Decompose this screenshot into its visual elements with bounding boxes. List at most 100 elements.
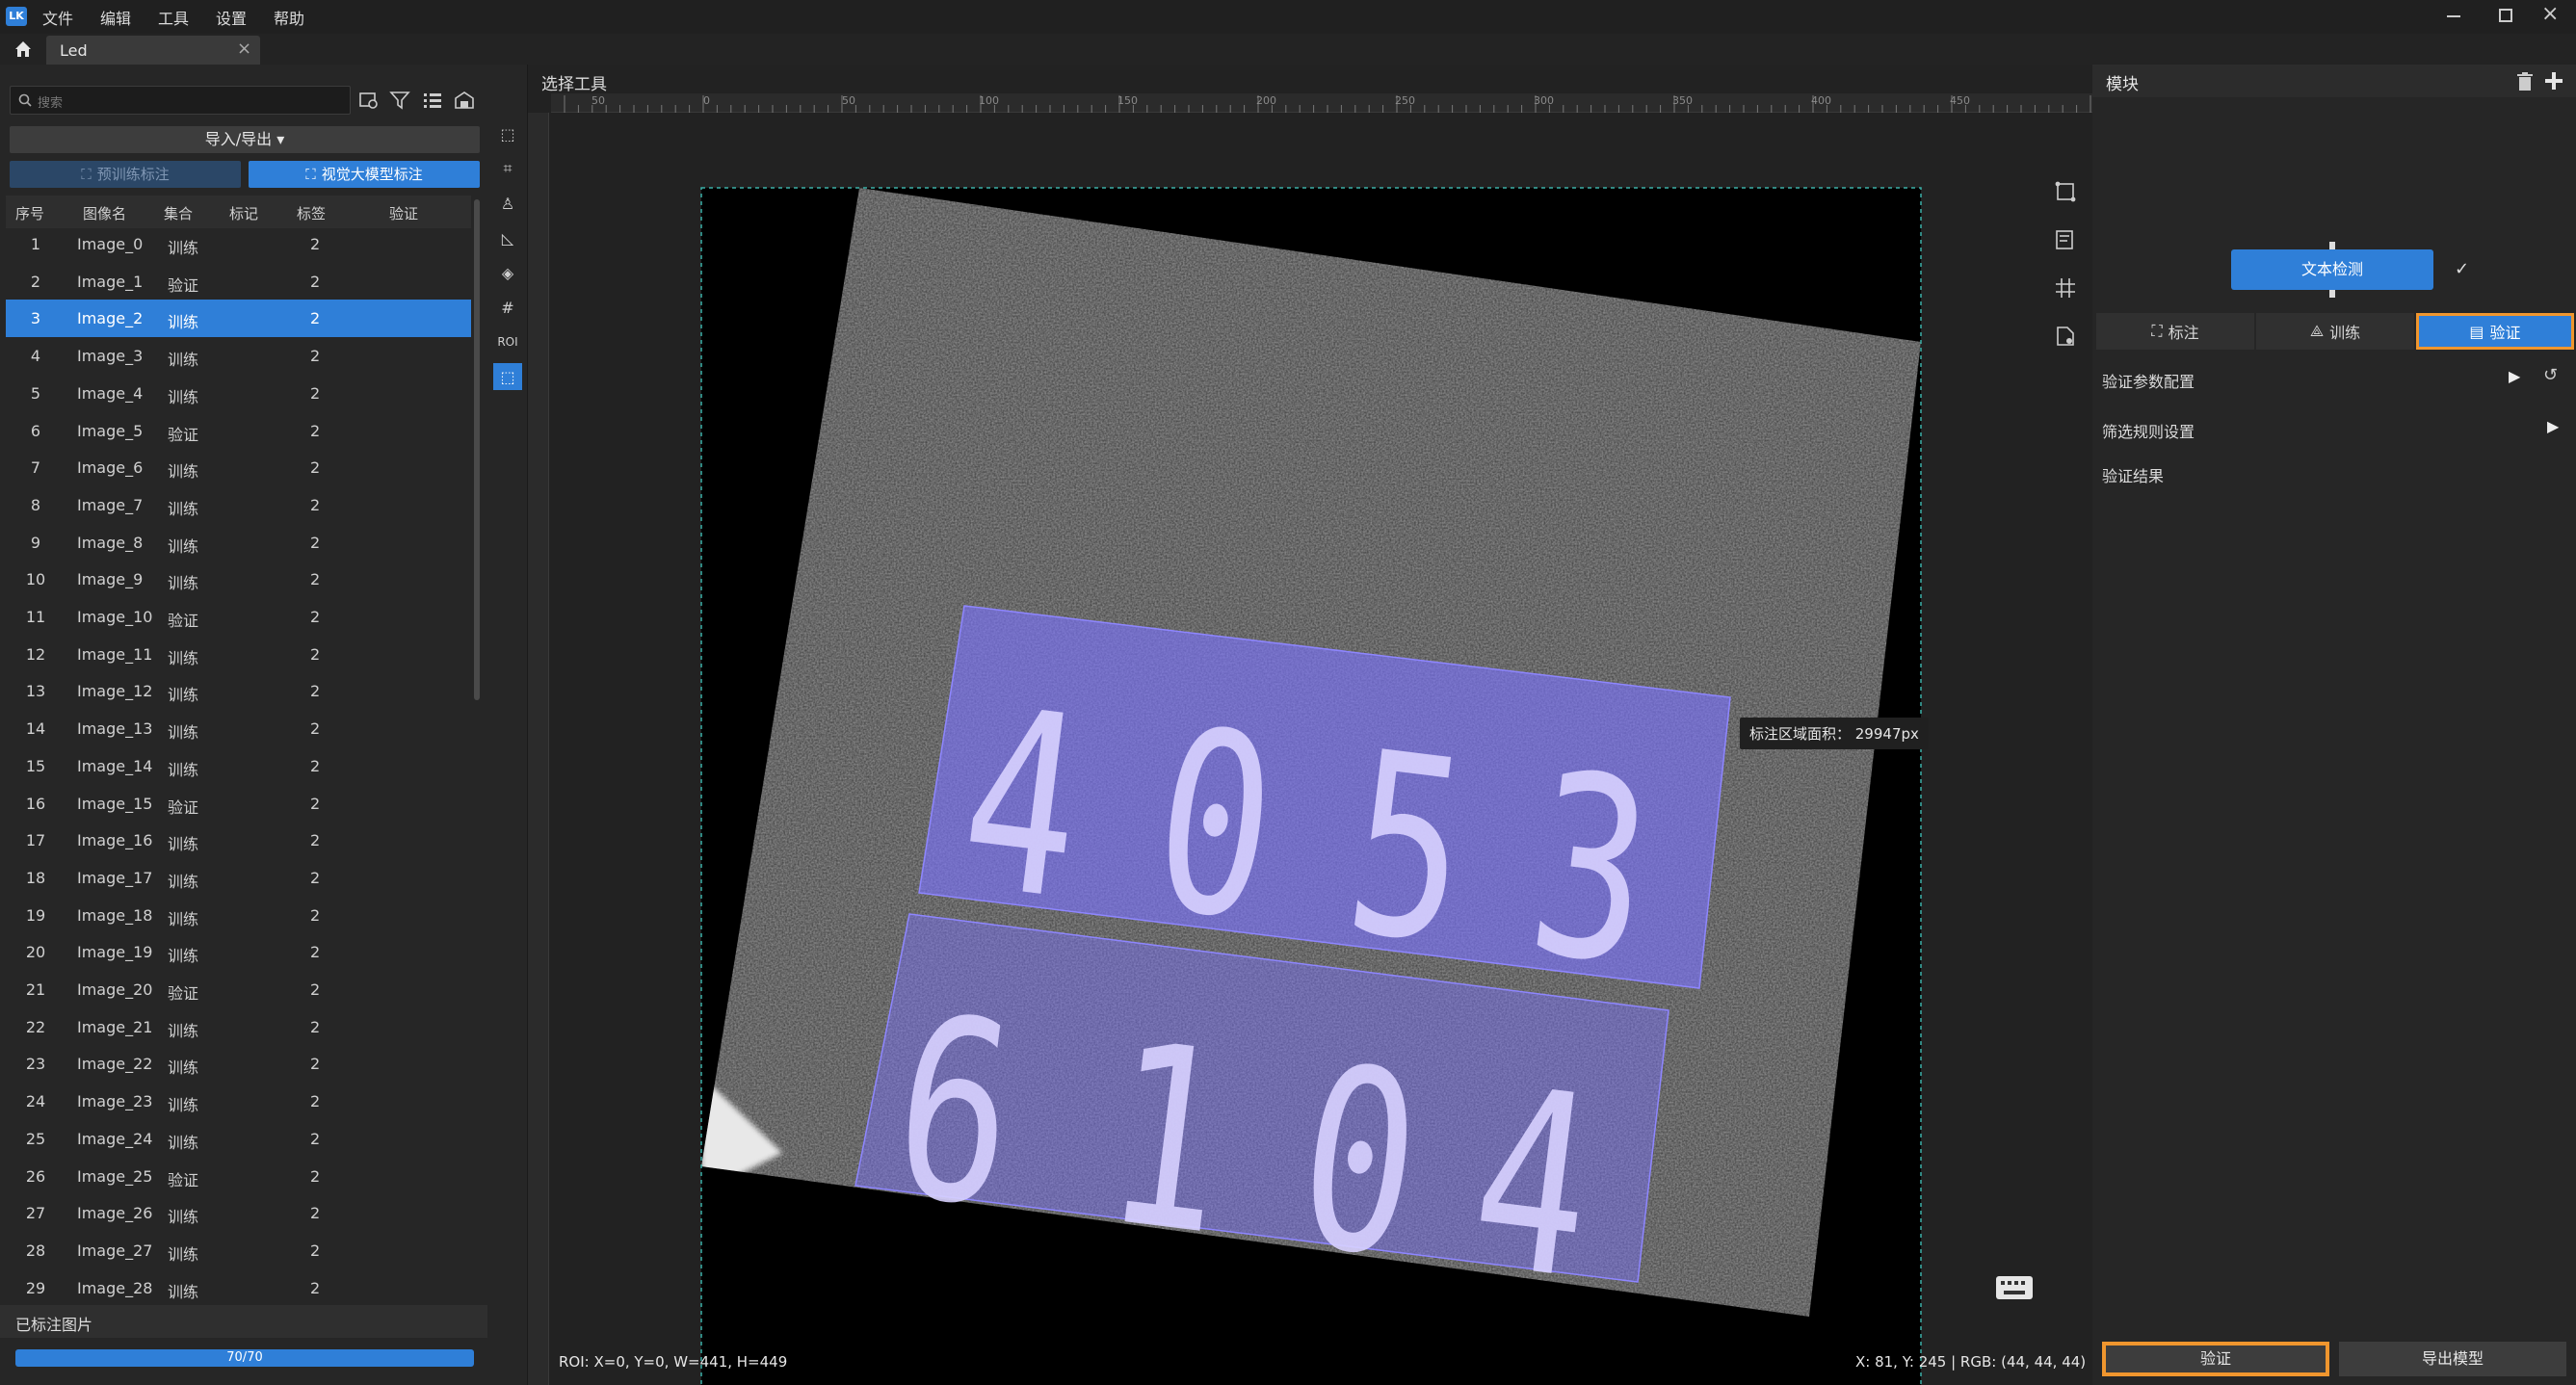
col-name[interactable]: 图像名 bbox=[83, 203, 126, 223]
table-row[interactable]: 27 Image_26 训练 2 bbox=[6, 1194, 471, 1232]
table-row[interactable]: 22 Image_21 训练 2 bbox=[6, 1008, 471, 1046]
table-row[interactable]: 19 Image_18 训练 2 bbox=[6, 897, 471, 934]
annotation-progress-bar: 70/70 bbox=[15, 1349, 474, 1367]
menu-settings[interactable]: 设置 bbox=[216, 6, 247, 29]
add-icon[interactable] bbox=[2543, 70, 2564, 91]
menu-file[interactable]: 文件 bbox=[42, 6, 73, 29]
table-row[interactable]: 24 Image_23 训练 2 bbox=[6, 1083, 471, 1120]
history-icon[interactable]: ↺ bbox=[2543, 365, 2558, 385]
close-window-icon[interactable]: × bbox=[2541, 2, 2559, 26]
table-row[interactable]: 29 Image_28 训练 2 bbox=[6, 1269, 471, 1307]
table-row[interactable]: 11 Image_10 验证 2 bbox=[6, 598, 471, 636]
row-image-name: Image_3 bbox=[77, 347, 144, 366]
canvas-side-tools bbox=[2044, 169, 2087, 361]
polygon-select-icon[interactable]: ⌗ bbox=[493, 155, 522, 182]
table-row[interactable]: 15 Image_14 训练 2 bbox=[6, 747, 471, 785]
image-filter-icon[interactable] bbox=[358, 90, 380, 111]
filter-rules-row[interactable]: 筛选规则设置 ▶ bbox=[2092, 409, 2576, 448]
table-row[interactable]: 2 Image_1 验证 2 bbox=[6, 263, 471, 301]
keyboard-icon[interactable] bbox=[1994, 1274, 2035, 1301]
node-edit-icon[interactable] bbox=[2054, 180, 2077, 203]
menu-edit[interactable]: 编辑 bbox=[100, 6, 131, 29]
eraser-icon[interactable]: ◈ bbox=[493, 259, 522, 286]
pixel-status: X: 81, Y: 245 | RGB: (44, 44, 44) bbox=[1855, 1353, 2087, 1371]
node-status-check-icon: ✓ bbox=[2455, 259, 2470, 279]
tab-bar: Led × bbox=[0, 34, 2576, 65]
search-box[interactable]: 搜索 bbox=[10, 86, 351, 115]
menu-tools[interactable]: 工具 bbox=[158, 6, 189, 29]
pretrain-annotate-button[interactable]: ⛶ 预训练标注 bbox=[10, 161, 241, 188]
table-row[interactable]: 17 Image_16 训练 2 bbox=[6, 822, 471, 859]
vlm-annotate-button[interactable]: ⛶ 视觉大模型标注 bbox=[249, 161, 480, 188]
tab-train[interactable]: ⟁ 训练 bbox=[2256, 313, 2414, 350]
ruler-label: 400 bbox=[1811, 94, 1831, 107]
row-set: 验证 bbox=[168, 612, 199, 630]
table-row[interactable]: 9 Image_8 训练 2 bbox=[6, 524, 471, 562]
col-no[interactable]: 序号 bbox=[15, 203, 44, 223]
row-tag-count: 2 bbox=[310, 1017, 321, 1036]
col-set[interactable]: 集合 bbox=[164, 203, 193, 223]
dataset-icon[interactable] bbox=[453, 90, 476, 111]
tab-close-icon[interactable]: × bbox=[237, 39, 251, 59]
tab-annotate[interactable]: ⛶ 标注 bbox=[2096, 313, 2254, 350]
table-row[interactable]: 7 Image_6 训练 2 bbox=[6, 449, 471, 486]
table-row[interactable]: 5 Image_4 训练 2 bbox=[6, 375, 471, 412]
list-view-icon[interactable] bbox=[422, 90, 443, 111]
annotation-list-icon[interactable] bbox=[2054, 228, 2077, 251]
table-row[interactable]: 3 Image_2 训练 2 bbox=[6, 300, 471, 338]
table-row[interactable]: 18 Image_17 训练 2 bbox=[6, 859, 471, 897]
row-set: 训练 bbox=[168, 947, 199, 966]
menu-help[interactable]: 帮助 bbox=[274, 6, 304, 29]
roi-icon[interactable]: ROI bbox=[493, 328, 522, 355]
filter-icon[interactable] bbox=[389, 90, 410, 111]
row-tag-count: 2 bbox=[310, 235, 321, 253]
table-row[interactable]: 8 Image_7 训练 2 bbox=[6, 486, 471, 524]
expand-arrow-icon[interactable]: ▶ bbox=[2509, 367, 2520, 385]
table-row[interactable]: 26 Image_25 验证 2 bbox=[6, 1158, 471, 1195]
verify-button[interactable]: 验证 bbox=[2102, 1342, 2329, 1376]
import-export-button[interactable]: 导入/导出 ▾ bbox=[10, 126, 480, 153]
module-canvas: 文本检测 ✓ bbox=[2092, 97, 2576, 309]
table-row[interactable]: 13 Image_12 训练 2 bbox=[6, 672, 471, 710]
minimize-icon[interactable] bbox=[2447, 15, 2460, 17]
table-row[interactable]: 12 Image_11 训练 2 bbox=[6, 636, 471, 673]
row-number: 21 bbox=[25, 980, 46, 999]
select-tool-icon[interactable]: ⬚ bbox=[493, 363, 522, 390]
expand-arrow-icon[interactable]: ▶ bbox=[2547, 417, 2559, 435]
table-row[interactable]: 28 Image_27 训练 2 bbox=[6, 1232, 471, 1269]
verify-params-row[interactable]: 验证参数配置 ▶ ↺ bbox=[2092, 359, 2576, 398]
home-icon[interactable] bbox=[13, 39, 33, 59]
table-row[interactable]: 23 Image_22 训练 2 bbox=[6, 1045, 471, 1083]
table-row[interactable]: 6 Image_5 验证 2 bbox=[6, 412, 471, 450]
text-detect-node[interactable]: 文本检测 bbox=[2231, 249, 2433, 290]
row-number: 12 bbox=[25, 644, 46, 664]
row-image-name: Image_20 bbox=[77, 980, 153, 999]
grid-icon[interactable] bbox=[2054, 276, 2077, 300]
table-row[interactable]: 14 Image_13 训练 2 bbox=[6, 710, 471, 747]
list-scrollbar[interactable] bbox=[474, 199, 480, 700]
visibility-icon[interactable] bbox=[2054, 325, 2077, 348]
restore-icon[interactable] bbox=[2499, 9, 2512, 22]
col-tag[interactable]: 标签 bbox=[297, 203, 326, 223]
table-row[interactable]: 25 Image_24 训练 2 bbox=[6, 1120, 471, 1158]
measure-icon[interactable]: ◺ bbox=[493, 224, 522, 251]
export-model-button[interactable]: 导出模型 bbox=[2339, 1342, 2566, 1376]
tab-led[interactable]: Led × bbox=[46, 36, 260, 65]
table-row[interactable]: 1 Image_0 训练 2 bbox=[6, 225, 471, 263]
rect-select-icon[interactable]: ⬚ bbox=[493, 120, 522, 147]
tool-strip: ⬚ ⌗ ♙ ◺ ◈ # ROI ⬚ bbox=[487, 65, 528, 1385]
table-row[interactable]: 21 Image_20 验证 2 bbox=[6, 971, 471, 1008]
delete-icon[interactable] bbox=[2516, 72, 2534, 91]
col-mark[interactable]: 标记 bbox=[229, 203, 258, 223]
stamp-icon[interactable]: ♙ bbox=[493, 190, 522, 217]
table-row[interactable]: 16 Image_15 验证 2 bbox=[6, 785, 471, 823]
col-verify[interactable]: 验证 bbox=[389, 203, 418, 223]
row-image-name: Image_18 bbox=[77, 905, 153, 925]
row-number: 20 bbox=[25, 943, 46, 962]
row-number: 9 bbox=[30, 533, 41, 552]
table-row[interactable]: 4 Image_3 训练 2 bbox=[6, 337, 471, 375]
crop-icon[interactable]: # bbox=[493, 294, 522, 321]
table-row[interactable]: 10 Image_9 训练 2 bbox=[6, 561, 471, 598]
tab-verify[interactable]: ▤ 验证 bbox=[2416, 313, 2574, 350]
table-row[interactable]: 20 Image_19 训练 2 bbox=[6, 933, 471, 971]
